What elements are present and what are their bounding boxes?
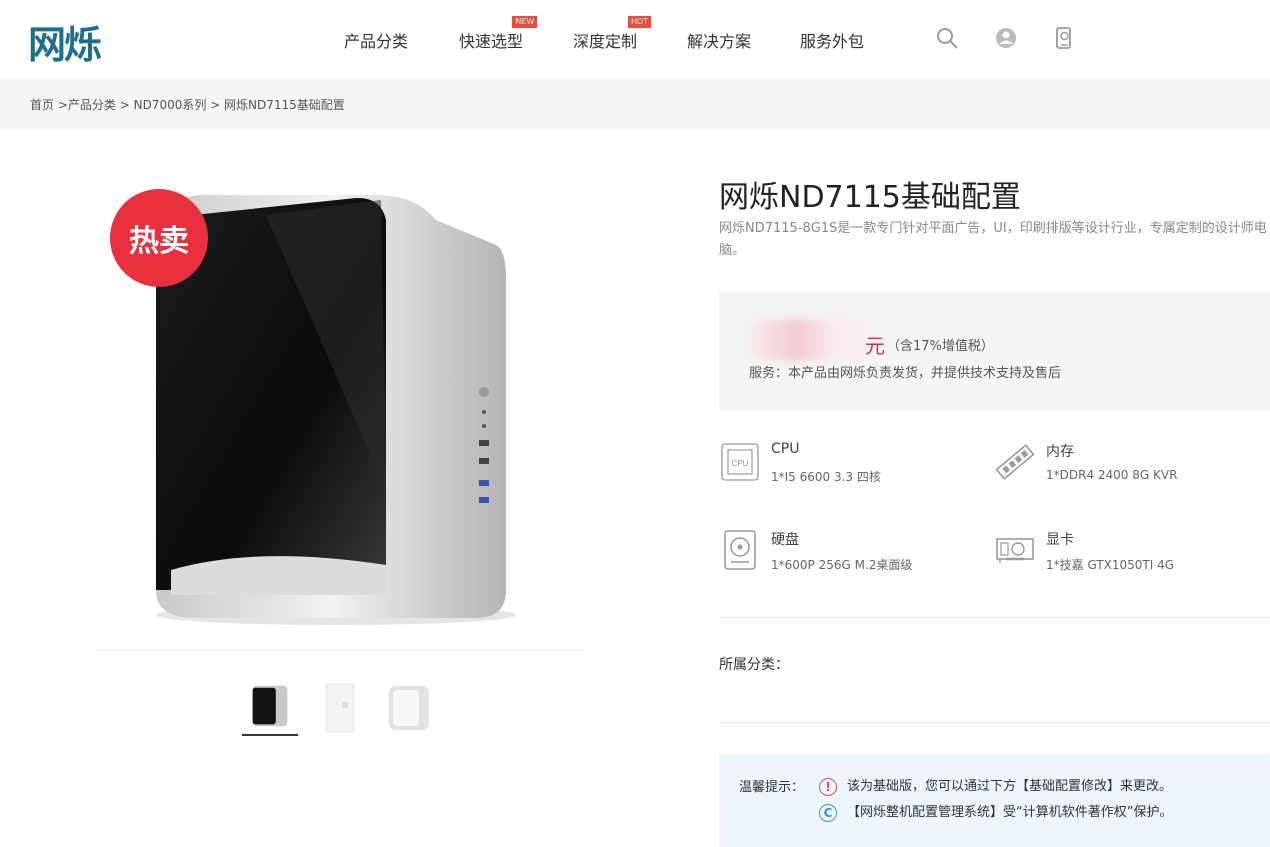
spec-value: 1*I5 6600 3.3 四核 [771,470,881,484]
spec-cpu: CPU CPU 1*I5 6600 3.3 四核 [719,441,979,491]
spec-value: 1*DDR4 2400 8G KVR [1046,468,1178,482]
spec-name: CPU [771,441,800,457]
nav-item-outsourcing[interactable]: 服务外包 [800,28,864,52]
divider [719,617,1270,618]
breadcrumb-current: 网烁ND7115基础配置 [224,98,345,112]
tip-row-edit: ! 该为基础版，您可以通过下方【基础配置修改】来更改。 [819,775,1172,796]
category-label: 所属分类： [719,657,789,673]
spec-value: 1*600P 256G M.2桌面级 [771,558,913,572]
price-value-blurred [749,319,869,361]
warning-icon: ! [819,777,837,796]
spec-name: 硬盘 [771,532,799,548]
tip-label: 温馨提示： [739,780,805,795]
breadcrumb-series[interactable]: ND7000系列 [134,98,207,112]
nav-item-deep-custom[interactable]: 深度定制 HOT [573,16,652,52]
search-icon[interactable] [935,26,959,50]
spec-disk: 硬盘 1*600P 256G M.2桌面级 [719,529,979,579]
breadcrumb-separator: > [115,98,134,112]
tip-text: 【网烁整机配置管理系统】受“计算机软件著作权”保护。 [847,805,1173,820]
price-unit: 元 [865,334,885,358]
hot-sale-badge: 热卖 [110,189,208,287]
disk-icon [724,530,756,570]
cpu-icon: CPU [721,443,759,481]
site-header: 网烁 产品分类 快速选型 NEW 深度定制 HOT 解决方案 服务外包 [0,0,1270,79]
tip-row-copyright: C 【网烁整机配置管理系统】受“计算机软件著作权”保护。 [819,801,1172,822]
breadcrumb-separator: > [206,98,225,112]
spec-value: 1*技嘉 GTX1050TI 4G [1046,558,1175,572]
nav-label: 快速选型 [459,32,524,51]
copyright-icon: C [819,803,837,822]
divider [719,722,1270,723]
breadcrumb-home[interactable]: 首页 [30,98,54,112]
thumbnail-white-case[interactable] [312,680,368,736]
nav-label: 深度定制 [573,32,638,51]
thumbnail-black-case[interactable] [242,680,298,736]
hot-badge: HOT [628,16,652,28]
user-icon[interactable] [994,26,1018,50]
nav-item-quick-select[interactable]: 快速选型 NEW [459,16,538,52]
image-divider [96,650,584,651]
new-badge: NEW [512,16,538,28]
phone-icon[interactable] [1052,26,1076,50]
breadcrumb: 首页 >产品分类 > ND7000系列 > 网烁ND7115基础配置 [30,96,345,113]
price-box: 元 （含17%增值税） 服务：本产品由网烁负责发货，并提供技术支持及售后 [719,291,1270,410]
spec-name: 显卡 [1046,532,1074,548]
thumbnail-silver-case[interactable] [381,680,437,736]
nav-item-product-category[interactable]: 产品分类 [344,28,408,52]
tip-box: 温馨提示： ! 该为基础版，您可以通过下方【基础配置修改】来更改。 C 【网烁整机配… [719,754,1270,847]
breadcrumb-category[interactable]: 产品分类 [68,98,116,112]
service-note: 服务：本产品由网烁负责发货，并提供技术支持及售后 [749,366,1062,381]
product-title: 网烁ND7115基础配置 [719,180,1021,215]
nav-item-solutions[interactable]: 解决方案 [687,28,751,52]
memory-icon [995,444,1035,480]
tip-text: 该为基础版，您可以通过下方【基础配置修改】来更改。 [847,779,1173,794]
gpu-icon [996,538,1034,563]
spec-gpu: 显卡 1*技嘉 GTX1050TI 4G [994,529,1254,579]
spec-memory: 内存 1*DDR4 2400 8G KVR [994,441,1254,491]
breadcrumb-separator: > [54,98,68,112]
svg-text:CPU: CPU [732,459,749,468]
nav-label: 服务外包 [800,32,865,51]
product-description: 网烁ND7115-8G1S是一款专门针对平面广告，UI，印刷排版等设计行业，专属… [719,221,1267,258]
spec-name: 内存 [1046,444,1074,460]
breadcrumb-bar: 首页 >产品分类 > ND7000系列 > 网烁ND7115基础配置 [0,79,1270,129]
price-tax-note: （含17%增值税） [887,339,994,354]
site-logo[interactable]: 网烁 [28,14,102,69]
nav-label: 产品分类 [344,32,409,51]
nav-label: 解决方案 [687,32,752,51]
